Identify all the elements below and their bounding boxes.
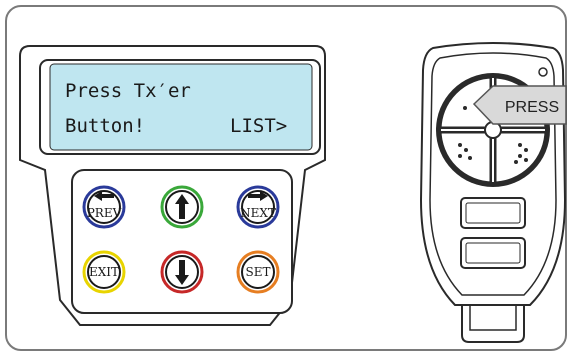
lcd-line-2-left: Button! (65, 115, 145, 137)
key-loop (461, 300, 525, 343)
press-label: PRESS (505, 99, 559, 116)
exit-button-label: EXIT (89, 265, 119, 279)
prev-button-label: PREV (87, 206, 122, 220)
led-indicator (538, 67, 548, 77)
diagram-canvas: Press Tx′er Button! LIST> PREV NEXT EXIT… (19, 42, 567, 343)
remote-transmitter: PRESS (419, 42, 567, 343)
lcd-screen (49, 63, 313, 151)
up-button[interactable] (160, 185, 204, 229)
next-button-label: NEXT (240, 206, 276, 220)
prev-button[interactable]: PREV (82, 185, 126, 229)
exit-button[interactable]: EXIT (82, 250, 126, 294)
down-button[interactable] (160, 250, 204, 294)
set-button[interactable]: SET (236, 250, 280, 294)
lcd-line-2-right: LIST> (230, 115, 287, 137)
next-button[interactable]: NEXT (236, 185, 280, 229)
lcd-line-1: Press Tx′er (65, 80, 191, 102)
controller-unit: Press Tx′er Button! LIST> PREV NEXT EXIT… (19, 45, 326, 326)
set-button-label: SET (246, 265, 271, 279)
